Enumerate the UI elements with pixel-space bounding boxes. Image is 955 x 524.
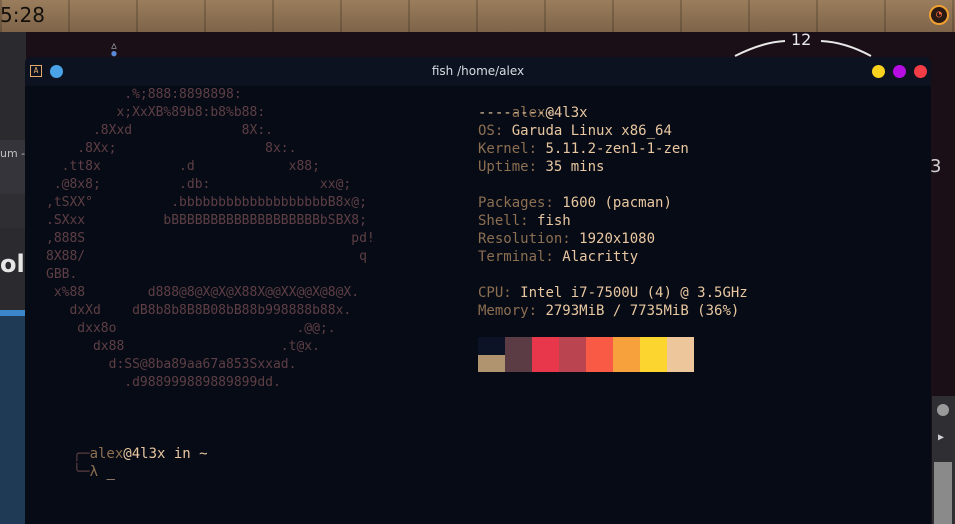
sysinfo-value: 5.11.2-zen1-1-zen xyxy=(545,141,689,157)
color-swatch xyxy=(613,355,640,372)
prompt-host: 4l3x xyxy=(131,446,166,462)
clock[interactable]: 5:28 xyxy=(0,3,45,27)
terminal-window[interactable]: A fish /home/alex .%;888:8898898: x;XxXB… xyxy=(25,57,931,524)
background-digit: 3 xyxy=(930,156,942,177)
background-tab-text: um - xyxy=(0,147,26,160)
color-swatch xyxy=(667,355,694,372)
ascii-logo-line: x;XxXB%89b8:b8%b88: xyxy=(46,105,266,120)
sysinfo-label: Resolution: xyxy=(478,231,571,247)
top-bar: 5:28 ◔ xyxy=(0,0,955,32)
color-swatch xyxy=(505,337,532,355)
color-swatch xyxy=(478,355,505,372)
ascii-logo-line: ,888S pd! xyxy=(46,231,375,246)
ascii-logo-line: .d988999889889899dd. xyxy=(46,375,281,390)
minimize-button[interactable] xyxy=(872,65,885,78)
sysinfo-host: 4l3x xyxy=(553,105,588,121)
color-swatch xyxy=(640,355,667,372)
color-swatch xyxy=(613,337,640,355)
prompt-at: @ xyxy=(123,446,132,462)
ascii-logo-line: dx88 .t@x. xyxy=(46,339,320,354)
sysinfo-row: CPU: Intel i7-7500U (4) @ 3.5GHz xyxy=(478,284,748,302)
color-swatch xyxy=(640,337,667,355)
color-swatch xyxy=(559,337,586,355)
ascii-logo-line: ,tSXX° .bbbbbbbbbbbbbbbbbbbB8x@; xyxy=(46,195,367,210)
sysinfo-label: Kernel: xyxy=(478,141,538,157)
color-swatch xyxy=(478,337,505,355)
background-window-left: um - olo xyxy=(0,32,41,524)
sysinfo-label: Shell: xyxy=(478,213,529,229)
sysinfo-label: OS: xyxy=(478,123,504,139)
color-swatch xyxy=(586,355,613,372)
sysinfo-label: Memory: xyxy=(478,303,538,319)
play-arrow-icon[interactable]: ▶ xyxy=(938,432,944,443)
sysinfo-row: Packages: 1600 (pacman) xyxy=(478,194,672,212)
sysinfo-row: Shell: fish xyxy=(478,212,571,230)
ascii-logo-line: dxx8o .@@;. xyxy=(46,321,336,336)
ascii-logo-line: .%;888:8898898: xyxy=(46,87,242,102)
sysinfo-separator: --------- xyxy=(478,105,554,121)
window-title: fish /home/alex xyxy=(431,64,525,78)
title-bar[interactable]: A fish /home/alex xyxy=(25,57,931,86)
background-panel xyxy=(0,316,26,524)
cursor[interactable]: _ xyxy=(106,464,114,480)
ascii-logo-line: .8Xxd 8X:. xyxy=(46,123,273,138)
ascii-logo-line: dxXd dB8b8b8B8B08bB88b998888b88x. xyxy=(46,303,352,318)
sysinfo-row: OS: Garuda Linux x86_64 xyxy=(478,122,672,140)
background-row xyxy=(0,194,26,228)
sysinfo-label: Terminal: xyxy=(478,249,554,265)
ascii-logo-line: .8Xx; 8x:. xyxy=(46,141,297,156)
ascii-logo-line: .SXxx bBBBBBBBBBBBBBBBBBBBbSBX8; xyxy=(46,213,367,228)
close-button[interactable] xyxy=(914,65,927,78)
ascii-logo-line: d:SS@8ba89aa67a853Sxxad. xyxy=(46,357,297,372)
color-swatch xyxy=(559,355,586,372)
sysinfo-row: Uptime: 35 mins xyxy=(478,158,604,176)
sysinfo-row: Terminal: Alacritty xyxy=(478,248,638,266)
prompt-in: in xyxy=(165,446,200,462)
color-swatch xyxy=(586,337,613,355)
sysinfo-row: Kernel: 5.11.2-zen1-1-zen xyxy=(478,140,689,158)
ascii-logo-line: 8X88/ q xyxy=(46,249,367,264)
maximize-button[interactable] xyxy=(893,65,906,78)
background-window-right: 3 ▶ xyxy=(930,32,955,524)
sysinfo-row: Resolution: 1920x1080 xyxy=(478,230,655,248)
sysinfo-value: 1600 (pacman) xyxy=(562,195,672,211)
ascii-logo-line: .@8x8; .db: xx@; xyxy=(46,177,352,192)
sysinfo-value: Intel i7-7500U (4) @ 3.5GHz xyxy=(520,285,748,301)
sysinfo-value: Alacritty xyxy=(562,249,639,265)
ascii-logo-line: .tt8x .d x88; xyxy=(46,159,320,174)
color-swatch xyxy=(667,337,694,355)
ascii-logo-line: GBB. xyxy=(46,267,78,282)
sysinfo-value: Garuda Linux x86_64 xyxy=(511,123,672,139)
sysinfo-value: 1920x1080 xyxy=(579,231,656,247)
sysinfo-value: fish xyxy=(537,213,571,229)
sysinfo-value: 2793MiB / 7735MiB (36%) xyxy=(545,303,740,319)
prompt-symbol: λ xyxy=(89,464,99,480)
sysinfo-value: 35 mins xyxy=(545,159,605,175)
prompt-corner-bottom: ╰─ xyxy=(72,464,90,480)
prompt-dir: ~ xyxy=(199,446,208,462)
workspace-number: 12 xyxy=(791,30,812,49)
color-swatch xyxy=(505,355,532,372)
record-dot-icon[interactable] xyxy=(937,404,949,416)
ascii-logo-line: x%88 d888@8@X@X@X88X@@XX@@X@8@X. xyxy=(46,285,360,300)
workspace-indicator[interactable]: 12 xyxy=(733,30,873,60)
color-swatch xyxy=(532,337,559,355)
sysinfo-label: CPU: xyxy=(478,285,512,301)
sysinfo-label: Packages: xyxy=(478,195,554,211)
sysinfo-label: Uptime: xyxy=(478,159,538,175)
background-scrollbar[interactable] xyxy=(934,462,952,524)
sysinfo-row: Memory: 2793MiB / 7735MiB (36%) xyxy=(478,302,739,320)
prompt-line-2[interactable]: ╰─λ _ xyxy=(39,445,115,499)
color-swatch xyxy=(532,355,559,372)
speedometer-icon[interactable]: ◔ xyxy=(929,5,949,25)
